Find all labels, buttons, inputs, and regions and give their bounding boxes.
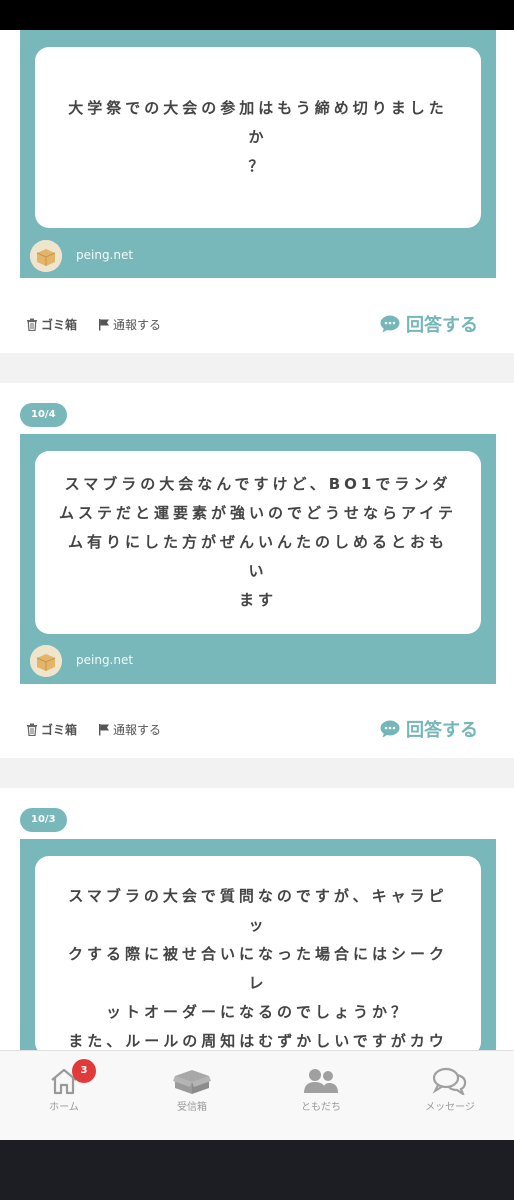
users-icon — [304, 1069, 338, 1093]
question-panel: スマブラの大会で質問なのですが、キャラピッ クする際に被せ合いになった場合にはシ… — [20, 839, 496, 1050]
nav-home-label: ホーム — [49, 1102, 79, 1113]
nav-inbox[interactable]: 受信箱 — [128, 1051, 256, 1141]
site-label: peing.net — [76, 653, 134, 667]
status-bar — [0, 0, 514, 30]
nav-messages-label: メッセージ — [425, 1102, 475, 1113]
question-actions: ゴミ箱 通報する 回答する — [0, 714, 514, 744]
nav-friends[interactable]: ともだち — [257, 1051, 385, 1141]
trash-label: ゴミ箱 — [41, 317, 78, 332]
answer-label: 回答する — [406, 315, 478, 336]
question-bubble[interactable]: 大学祭での大会の参加はもう締め切りましたか ？ — [35, 47, 481, 228]
nav-messages[interactable]: メッセージ — [386, 1051, 514, 1141]
trash-icon — [27, 723, 37, 736]
answer-button[interactable]: 回答する — [380, 714, 478, 744]
answer-button[interactable]: 回答する — [380, 309, 478, 339]
avatar — [30, 240, 62, 272]
question-panel: 大学祭での大会の参加はもう締め切りましたか ？ peing.net — [20, 30, 496, 278]
speech-bubble-icon — [380, 720, 400, 738]
question-bubble[interactable]: スマブラの大会で質問なのですが、キャラピッ クする際に被せ合いになった場合にはシ… — [35, 856, 481, 1050]
date-badge: 10/4 — [20, 403, 67, 427]
report-label: 通報する — [113, 722, 162, 737]
question-text: 大学祭での大会の参加はもう締め切りましたか ？ — [68, 99, 448, 175]
question-text: スマブラの大会なんですけど、BO1でランダ ムステだと運要素が強いのでどうせなら… — [59, 475, 457, 609]
date-badge: 10/3 — [20, 808, 67, 832]
nav-friends-label: ともだち — [301, 1102, 341, 1113]
speech-bubble-icon — [380, 315, 400, 333]
report-button[interactable]: 通報する — [98, 714, 161, 744]
question-feed: 大学祭での大会の参加はもう締め切りましたか ？ peing.net ゴミ箱 通報… — [0, 30, 514, 1050]
question-text: スマブラの大会で質問なのですが、キャラピッ クする際に被せ合いになった場合にはシ… — [67, 887, 448, 1050]
site-label: peing.net — [76, 248, 134, 262]
bottom-nav: ホーム 3 受信箱 ともだち メッセージ — [0, 1050, 514, 1140]
question-card: 大学祭での大会の参加はもう締め切りましたか ？ peing.net ゴミ箱 通報… — [0, 30, 514, 353]
flag-icon — [99, 723, 109, 735]
chat-icon — [432, 1067, 467, 1095]
flag-icon — [99, 318, 109, 330]
system-nav-bar — [0, 1140, 514, 1200]
report-label: 通報する — [113, 317, 162, 332]
question-actions: ゴミ箱 通報する 回答する — [0, 309, 514, 339]
box-icon — [173, 1070, 211, 1094]
question-bubble[interactable]: スマブラの大会なんですけど、BO1でランダ ムステだと運要素が強いのでどうせなら… — [35, 451, 481, 634]
notification-badge: 3 — [72, 1059, 96, 1083]
question-panel: スマブラの大会なんですけど、BO1でランダ ムステだと運要素が強いのでどうせなら… — [20, 434, 496, 684]
question-card: 10/3 スマブラの大会で質問なのですが、キャラピッ クする際に被せ合いになった… — [0, 788, 514, 1050]
answer-label: 回答する — [406, 720, 478, 741]
trash-button[interactable]: ゴミ箱 — [26, 309, 77, 339]
trash-icon — [27, 318, 37, 331]
trash-button[interactable]: ゴミ箱 — [26, 714, 77, 744]
question-card: 10/4 スマブラの大会なんですけど、BO1でランダ ムステだと運要素が強いので… — [0, 383, 514, 758]
nav-inbox-label: 受信箱 — [177, 1102, 207, 1113]
avatar — [30, 645, 62, 677]
report-button[interactable]: 通報する — [98, 309, 161, 339]
nav-home[interactable]: ホーム 3 — [0, 1051, 128, 1141]
trash-label: ゴミ箱 — [41, 722, 78, 737]
